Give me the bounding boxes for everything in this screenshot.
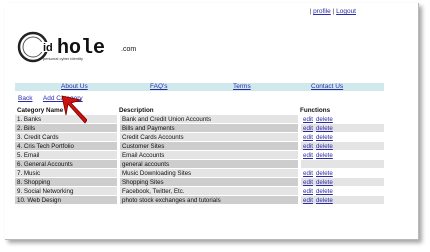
- category-name-cell: 10. Web Design: [15, 196, 117, 204]
- back-link[interactable]: Back: [18, 95, 32, 102]
- nav-terms[interactable]: Terms: [233, 83, 251, 90]
- delete-link[interactable]: delete: [316, 170, 333, 177]
- description-cell: general accounts: [117, 160, 298, 168]
- edit-link[interactable]: edit: [303, 170, 313, 177]
- category-name-cell: 5. Email: [15, 151, 117, 159]
- functions-cell: edit delete: [298, 124, 384, 132]
- edit-link[interactable]: edit: [303, 197, 313, 204]
- edit-link[interactable]: edit: [303, 134, 313, 141]
- description-cell: Music Downloading Sites: [117, 169, 298, 177]
- nav-faqs[interactable]: FAQ's: [150, 83, 168, 90]
- table-row: 6. General Accounts general accounts: [15, 160, 384, 168]
- site-logo[interactable]: id hole .com personal cyber identity: [17, 25, 167, 67]
- delete-link[interactable]: delete: [316, 143, 333, 150]
- edit-link[interactable]: edit: [303, 152, 313, 159]
- logo-id-mark: id: [43, 42, 53, 54]
- table-row: 2. Bills Bills and Payments edit delete: [15, 124, 384, 132]
- delete-link[interactable]: delete: [316, 197, 333, 204]
- logo-inner-circle: [22, 36, 44, 58]
- table-row: 8. Shopping Shopping Sites edit delete: [15, 178, 384, 186]
- edit-link[interactable]: edit: [303, 116, 313, 123]
- table-row: 4. Cris Tech Portfolio Customer Sites edit…: [15, 142, 384, 150]
- functions-cell: [298, 160, 384, 168]
- functions-cell: edit delete: [298, 133, 384, 141]
- column-header-description: Description: [119, 106, 154, 114]
- category-name-cell: 2. Bills: [15, 124, 117, 132]
- logout-link[interactable]: Logout: [336, 8, 356, 15]
- table-row: 3. Credit Cards Credit Cards Accounts edit…: [15, 133, 384, 141]
- nav-bar: About Us FAQ's Terms Contact Us: [15, 83, 384, 91]
- nav-about-us[interactable]: About Us: [61, 83, 88, 90]
- category-name-cell: 8. Shopping: [15, 178, 117, 186]
- functions-cell: edit delete: [298, 187, 384, 195]
- separator: |: [309, 8, 312, 15]
- description-cell: Shopping Sites: [117, 178, 298, 186]
- description-cell: Bank and Credit Union Accounts: [117, 115, 298, 123]
- logo-suffix: .com: [121, 46, 136, 53]
- delete-link[interactable]: delete: [316, 116, 333, 123]
- delete-link[interactable]: delete: [316, 188, 333, 195]
- nav-contact-us[interactable]: Contact Us: [311, 83, 343, 90]
- delete-link[interactable]: delete: [316, 179, 333, 186]
- edit-link[interactable]: edit: [303, 179, 313, 186]
- category-name-cell: 6. General Accounts: [15, 160, 117, 168]
- category-name-cell: 3. Credit Cards: [15, 133, 117, 141]
- description-cell: Facebook, Twitter, Etc.: [117, 187, 298, 195]
- description-cell: Credit Cards Accounts: [117, 133, 298, 141]
- category-name-cell: 9. Social Networking: [15, 187, 117, 195]
- functions-cell: edit delete: [298, 196, 384, 204]
- functions-cell: edit delete: [298, 169, 384, 177]
- separator: |: [332, 8, 335, 15]
- table-row: 9. Social Networking Facebook, Twitter, E…: [15, 187, 384, 195]
- description-cell: Customer Sites: [117, 142, 298, 150]
- table-row: 5. Email Email Accounts edit delete: [15, 151, 384, 159]
- description-cell: Email Accounts: [117, 151, 298, 159]
- table-row: 10. Web Design photo stock exchanges and …: [15, 196, 384, 204]
- description-cell: photo stock exchanges and tutorials: [117, 196, 298, 204]
- profile-link[interactable]: profile: [313, 8, 331, 15]
- category-name-cell: 7. Music: [15, 169, 117, 177]
- functions-cell: edit delete: [298, 178, 384, 186]
- table-row: 7. Music Music Downloading Sites edit delet…: [15, 169, 384, 177]
- functions-cell: edit delete: [298, 151, 384, 159]
- edit-link[interactable]: edit: [303, 143, 313, 150]
- edit-link[interactable]: edit: [303, 188, 313, 195]
- delete-link[interactable]: delete: [316, 152, 333, 159]
- functions-cell: edit delete: [298, 142, 384, 150]
- top-links: | profile | Logout: [310, 8, 356, 15]
- delete-link[interactable]: delete: [316, 125, 333, 132]
- logo-tagline: personal cyber identity: [43, 56, 83, 61]
- category-name-cell: 4. Cris Tech Portfolio: [15, 142, 117, 150]
- functions-cell: edit delete: [298, 115, 384, 123]
- description-cell: Bills and Payments: [117, 124, 298, 132]
- edit-link[interactable]: edit: [303, 125, 313, 132]
- delete-link[interactable]: delete: [316, 134, 333, 141]
- red-arrow-cursor-icon: [61, 95, 87, 124]
- column-header-functions: Functions: [300, 106, 331, 114]
